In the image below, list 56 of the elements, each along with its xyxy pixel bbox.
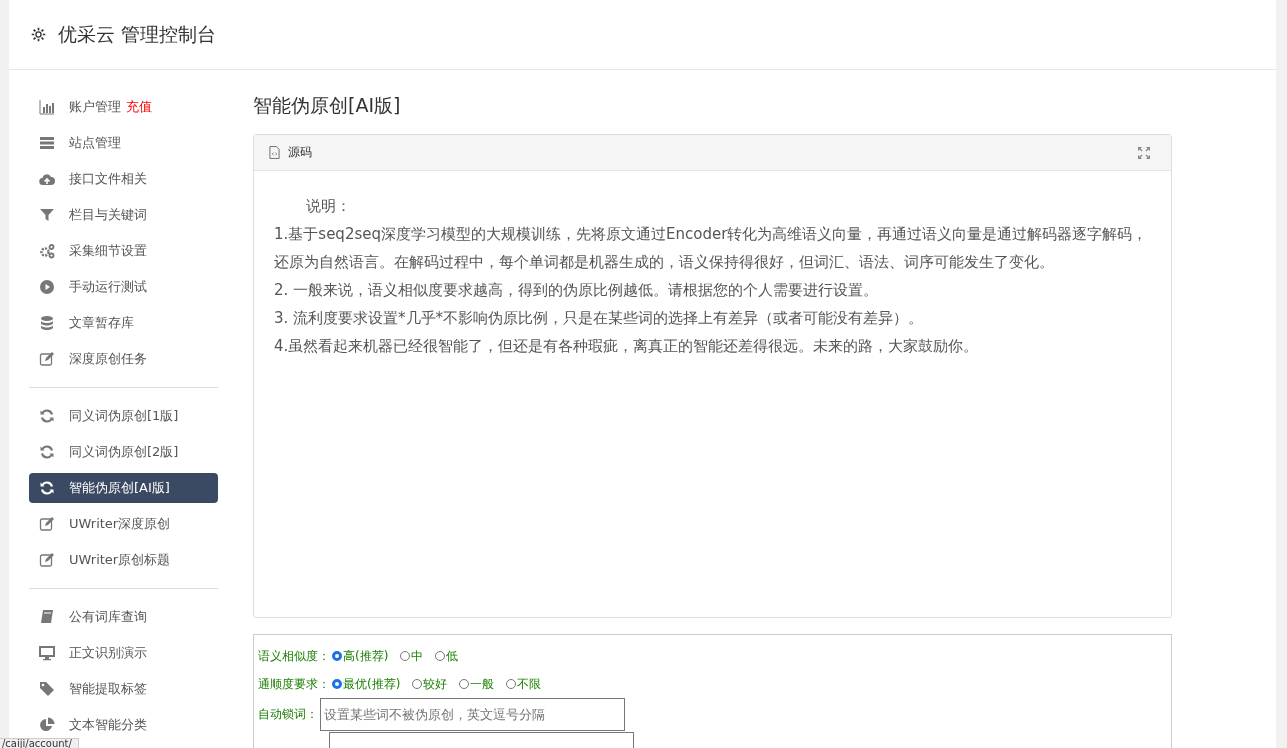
radio-option[interactable]: 最优(推荐) xyxy=(332,675,401,693)
server-icon xyxy=(39,135,55,151)
sidebar-item[interactable]: 正文识别演示 xyxy=(29,635,218,671)
pie-chart-icon xyxy=(39,717,55,733)
page-title: 智能伪原创[AI版] xyxy=(253,93,402,118)
radio-option[interactable]: 高(推荐) xyxy=(332,647,389,665)
sidebar-item[interactable]: 智能提取标签 xyxy=(29,671,218,707)
sidebar-item[interactable]: 公有词库查询 xyxy=(29,599,218,635)
fullscreen-icon[interactable] xyxy=(1137,145,1151,160)
recharge-link[interactable]: 充值 xyxy=(126,98,152,116)
explanation-heading: 说明： xyxy=(305,196,352,217)
cloud-upload-icon xyxy=(39,171,55,187)
filter-icon xyxy=(39,207,55,223)
play-icon xyxy=(39,279,55,295)
sidebar-item[interactable]: 接口文件相关 xyxy=(29,161,218,197)
sidebar-item[interactable]: 深度原创任务 xyxy=(29,341,218,377)
settings-icon xyxy=(30,26,47,43)
book-icon xyxy=(39,609,55,625)
field-label: 通顺度要求： xyxy=(258,675,330,693)
radio-option[interactable]: 低 xyxy=(435,647,459,665)
sidebar-item[interactable]: 站点管理 xyxy=(29,125,218,161)
explanation-text: 3. 流利度要求设置*几乎*不影响伪原比例，只是在某些词的选择上有差异（或者可能没有差异）。 xyxy=(274,308,925,329)
sidebar-item[interactable]: 文本智能分类 xyxy=(29,714,218,736)
explanation-text: 4.虽然看起来机器已经很智能了，但还是有各种瑕疵，离真正的智能还差得很远。未来的路，大家鼓励你。 xyxy=(274,336,980,357)
code-file-icon xyxy=(269,146,280,159)
sidebar-item[interactable]: 文章暂存库 xyxy=(29,305,218,341)
monitor-icon xyxy=(39,645,55,661)
sidebar-item[interactable]: 同义词伪原创[2版] xyxy=(29,434,218,470)
edit-icon xyxy=(39,516,55,532)
field-label: 语义相似度： xyxy=(258,647,330,665)
radio-option[interactable]: 一般 xyxy=(459,675,495,693)
sidebar-item[interactable]: 账户管理 充值 xyxy=(29,89,218,125)
edit-icon xyxy=(39,351,55,367)
sidebar-item[interactable]: 同义词伪原创[1版] xyxy=(29,398,218,434)
radio-option[interactable]: 中 xyxy=(400,647,424,665)
refresh-icon xyxy=(39,480,55,496)
tag-icon xyxy=(39,681,55,697)
refresh-icon xyxy=(39,408,55,424)
sidebar-item[interactable]: 采集细节设置 xyxy=(29,233,218,269)
sidebar-item[interactable]: 智能伪原创[AI版] xyxy=(29,473,218,503)
explanation-text: 1.基于seq2seq深度学习模型的大规模训练，先将原文通过Encoder转化为高维语义向量，再通过语义向量是通过解码器逐字解码，还原为自然语言。在解码过程中，每个单词都是机器生成的，语义保持得很好，但词汇、语法、词序可能发生了变化。 xyxy=(274,224,1149,273)
edit-icon xyxy=(39,552,55,568)
sidebar-item[interactable]: UWriter深度原创 xyxy=(29,506,218,542)
refresh-icon xyxy=(39,444,55,460)
radio-option[interactable]: 不限 xyxy=(506,675,542,693)
database-icon xyxy=(39,315,55,331)
panel-title: 源码 xyxy=(288,144,312,161)
field-label: 自动锁词： xyxy=(258,706,318,723)
sidebar-item[interactable]: UWriter原创标题 xyxy=(29,542,218,578)
app-title: 优采云 管理控制台 xyxy=(58,21,217,47)
explanation-text: 2. 一般来说，语义相似度要求越高，得到的伪原比例越低。请根据您的个人需要进行设置。 xyxy=(274,280,880,301)
sidebar-item[interactable]: 栏目与关键词 xyxy=(29,197,218,233)
radio-option[interactable]: 较好 xyxy=(412,675,448,693)
lock-words-input[interactable]: 设置某些词不被伪原创，英文逗号分隔 xyxy=(320,698,625,731)
bar-chart-icon xyxy=(39,99,55,115)
sidebar-item[interactable]: 手动运行测试 xyxy=(29,269,218,305)
